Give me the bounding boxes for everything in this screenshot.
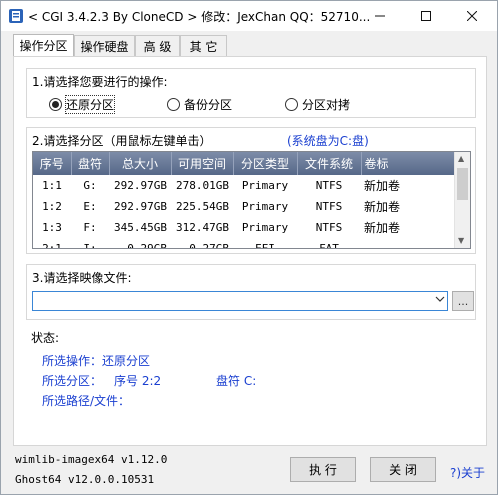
col-header-label[interactable]: 卷标 — [361, 152, 456, 175]
col-header-total[interactable]: 总大小 — [109, 152, 172, 175]
status-path-label: 所选路径/文件： — [42, 394, 131, 408]
cell-index: 1:1 — [42, 179, 62, 192]
browse-button[interactable]: ... — [452, 291, 474, 311]
partition-group: 2.请选择分区（用鼠标左键单击） (系统盘为C:盘) 序号 盘符 总大小 可用空… — [26, 127, 476, 254]
cell-drive: E: — [83, 200, 97, 213]
wimlib-version: wimlib-imagex64 v1.12.0 — [15, 453, 168, 466]
scroll-down-icon[interactable]: ▼ — [458, 236, 464, 245]
radio-restore-label[interactable]: 还原分区 — [64, 95, 116, 114]
cell-type: Primary — [241, 200, 289, 213]
col-header-type[interactable]: 分区类型 — [233, 152, 298, 175]
minimize-icon — [375, 15, 385, 17]
scroll-thumb[interactable] — [457, 168, 468, 200]
table-row[interactable]: 1:3 F: 345.45GB 312.47GB Primary NTFS 新加… — [33, 217, 455, 238]
cell-drive: I: — [83, 242, 97, 249]
tab-operate-partition[interactable]: 操作分区 — [13, 34, 74, 56]
title-bar[interactable]: < CGI 3.4.2.3 By CloneCD > 修改：JexChan QQ… — [1, 1, 497, 31]
cell-free: 278.01GB — [176, 179, 229, 192]
window-title: < CGI 3.4.2.3 By CloneCD > 修改：JexChan QQ… — [28, 10, 371, 24]
ghost-version: Ghost64 v12.0.0.10531 — [15, 473, 155, 486]
image-file-combo[interactable] — [32, 291, 448, 311]
app-icon — [9, 9, 23, 23]
table-scrollbar[interactable]: ▲ ▼ — [454, 152, 470, 248]
system-disk-note: (系统盘为C:盘) — [287, 134, 369, 148]
cell-free: 225.54GB — [176, 200, 229, 213]
minimize-button[interactable] — [357, 1, 403, 31]
status-drive: 盘符 C: — [216, 374, 257, 388]
cell-type: Primary — [241, 179, 289, 192]
image-group-title: 3.请选择映像文件: — [32, 271, 132, 285]
status-partition-label: 所选分区： — [42, 374, 103, 388]
radio-backup-label[interactable]: 备份分区 — [184, 96, 232, 113]
about-link[interactable]: ?)关于 — [450, 464, 485, 481]
maximize-button[interactable] — [403, 1, 449, 31]
cell-type: Primary — [241, 221, 289, 234]
col-header-fs[interactable]: 文件系统 — [297, 152, 362, 175]
cell-free: 312.47GB — [176, 221, 229, 234]
cell-index: 1:3 — [42, 221, 62, 234]
table-row[interactable]: 1:1 G: 292.97GB 278.01GB Primary NTFS 新加… — [33, 175, 455, 196]
cell-index: 1:2 — [42, 200, 62, 213]
radio-backup[interactable]: 备份分区 — [167, 96, 232, 113]
close-window-button[interactable] — [449, 1, 495, 31]
cell-label: 新加卷 — [364, 221, 401, 235]
tab-operate-disk[interactable]: 操作硬盘 — [74, 35, 135, 56]
cell-total: 345.45GB — [114, 221, 167, 234]
operation-group: 1.请选择您要进行的操作: 还原分区 备份分区 分区对拷 — [26, 68, 476, 118]
cell-label: 新加卷 — [364, 179, 401, 193]
cell-drive: G: — [83, 179, 97, 192]
cell-type: EFI — [255, 242, 275, 249]
tab-other[interactable]: 其 它 — [180, 35, 227, 56]
close-icon — [467, 11, 477, 21]
col-header-index[interactable]: 序号 — [33, 152, 72, 175]
close-button[interactable]: 关 闭 — [370, 457, 436, 482]
cell-fs: NTFS — [315, 179, 343, 192]
radio-copy[interactable]: 分区对拷 — [285, 96, 350, 113]
status-operation-label: 所选操作： — [42, 354, 103, 368]
radio-backup-indicator[interactable] — [167, 98, 180, 111]
status-heading: 状态: — [31, 331, 60, 345]
table-row[interactable]: 1:2 E: 292.97GB 225.54GB Primary NTFS 新加… — [33, 196, 455, 217]
scroll-up-icon[interactable]: ▲ — [458, 154, 464, 163]
status-area: 状态: 所选操作： 还原分区 所选分区： 序号 2:2 盘符 C: 所选路径/文… — [26, 329, 476, 439]
tab-advanced[interactable]: 高 级 — [135, 35, 180, 56]
chevron-down-icon[interactable] — [435, 294, 445, 307]
status-partition-value: 序号 2:2 — [114, 374, 162, 388]
cell-fs: NTFS — [315, 221, 343, 234]
cell-total: 292.97GB — [114, 179, 167, 192]
radio-restore[interactable]: 还原分区 — [49, 95, 116, 114]
radio-copy-indicator[interactable] — [285, 98, 298, 111]
cell-fs: NTFS — [315, 200, 343, 213]
radio-restore-indicator[interactable] — [49, 98, 62, 111]
col-header-free[interactable]: 可用空间 — [171, 152, 234, 175]
partition-table[interactable]: 序号 盘符 总大小 可用空间 分区类型 文件系统 卷标 1:1 G: 292.9… — [32, 151, 471, 249]
cell-free: 0.27GB — [189, 242, 229, 249]
operation-group-title: 1.请选择您要进行的操作: — [32, 75, 168, 89]
image-group: 3.请选择映像文件: ... — [26, 264, 476, 320]
table-header-row: 序号 盘符 总大小 可用空间 分区类型 文件系统 卷标 — [33, 152, 456, 175]
cell-label: 新加卷 — [364, 200, 401, 214]
cell-drive: F: — [83, 221, 97, 234]
cell-total: 292.97GB — [114, 200, 167, 213]
table-row[interactable]: 2:1 I: 0.29GB 0.27GB EFI FAT — [33, 238, 455, 249]
cell-fs: FAT — [319, 242, 339, 249]
tab-panel: 1.请选择您要进行的操作: 还原分区 备份分区 分区对拷 2.请选择分区（用鼠标… — [13, 56, 487, 446]
cell-total: 0.29GB — [127, 242, 167, 249]
radio-copy-label[interactable]: 分区对拷 — [302, 96, 350, 113]
maximize-icon — [421, 11, 431, 21]
cell-index: 2:1 — [42, 242, 62, 249]
status-operation-value: 还原分区 — [102, 354, 151, 368]
main-window: < CGI 3.4.2.3 By CloneCD > 修改：JexChan QQ… — [0, 0, 498, 495]
cell-label — [361, 238, 455, 248]
col-header-drive[interactable]: 盘符 — [71, 152, 110, 175]
partition-group-title: 2.请选择分区（用鼠标左键单击） — [32, 134, 212, 148]
execute-button[interactable]: 执 行 — [290, 457, 356, 482]
